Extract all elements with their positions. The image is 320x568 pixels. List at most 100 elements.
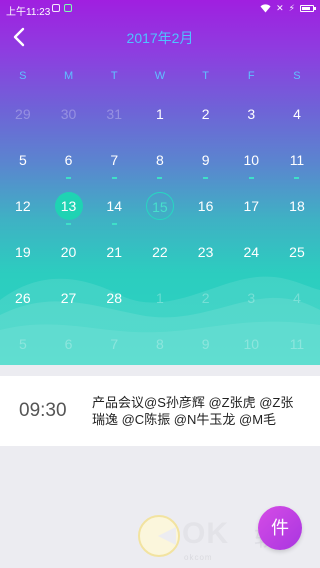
calendar-day[interactable]: 5 — [0, 326, 46, 365]
day-number: 2 — [201, 106, 210, 122]
calendar-day[interactable]: 9 — [183, 326, 229, 365]
day-number: 27 — [60, 290, 77, 306]
calendar-day[interactable]: 28 — [91, 280, 137, 326]
calendar-day[interactable]: 21 — [91, 234, 137, 280]
calendar-day[interactable]: 9 — [183, 142, 229, 188]
wifi-icon — [260, 4, 271, 13]
event-indicator — [157, 177, 163, 179]
event-card[interactable]: 09:30 产品会议@S孙彦辉 @Z张虎 @Z张瑞逸 @C陈振 @N牛玉龙 @M… — [0, 376, 320, 446]
calendar-week-row: 29 30 31 1 2 3 4 — [0, 96, 320, 142]
calendar-day[interactable]: 4 — [274, 280, 320, 326]
calendar-day[interactable]: 8 — [137, 142, 183, 188]
calendar-day[interactable]: 11 — [274, 326, 320, 365]
calendar-week-row: 5 6 7 8 9 10 11 — [0, 326, 320, 365]
day-number: 4 — [293, 290, 301, 306]
calendar-day[interactable]: 1 — [137, 96, 183, 142]
calendar-day[interactable]: 1 — [137, 280, 183, 326]
day-number: 15 — [145, 192, 174, 220]
watermark-text: OK — [182, 517, 229, 550]
signal-x-icon: ✕ — [276, 3, 284, 13]
calendar-day-today[interactable]: 15 — [137, 188, 183, 234]
calendar-day[interactable]: 27 — [46, 280, 92, 326]
event-indicator — [294, 177, 300, 179]
watermark-url: okcom — [184, 553, 213, 562]
calendar-day[interactable]: 20 — [46, 234, 92, 280]
calendar-day-selected[interactable]: 13 — [46, 188, 92, 234]
calendar-week-row: 5 6 7 8 9 10 11 — [0, 142, 320, 188]
calendar-day[interactable]: 10 — [228, 142, 274, 188]
day-number: 21 — [106, 244, 122, 260]
day-number: 13 — [54, 192, 83, 220]
calendar-day[interactable]: 31 — [91, 96, 137, 142]
calendar-day[interactable]: 14 — [91, 188, 137, 234]
calendar-week-row: 12 13 14 15 16 17 18 — [0, 188, 320, 234]
calendar-day[interactable]: 3 — [228, 280, 274, 326]
calendar-week-row: 19 20 21 22 23 24 25 — [0, 234, 320, 280]
calendar-day[interactable]: 3 — [228, 96, 274, 142]
calendar-day[interactable]: 2 — [183, 96, 229, 142]
weekday-header: SMTWTFS — [0, 70, 320, 82]
calendar-day[interactable]: 7 — [91, 326, 137, 365]
day-number: 28 — [106, 290, 122, 306]
add-event-button[interactable]: 件 — [258, 506, 302, 550]
calendar-day[interactable]: 10 — [228, 326, 274, 365]
calendar-day[interactable]: 29 — [0, 96, 46, 142]
event-title: 产品会议@S孙彦辉 @Z张虎 @Z张瑞逸 @C陈振 @N牛玉龙 @M毛 — [92, 395, 294, 427]
day-number: 30 — [60, 106, 77, 122]
event-indicator — [66, 177, 72, 179]
day-number: 24 — [243, 244, 260, 260]
calendar-day[interactable]: 16 — [183, 188, 229, 234]
calendar-day[interactable]: 2 — [183, 280, 229, 326]
day-number: 8 — [156, 152, 164, 168]
calendar-day[interactable]: 17 — [228, 188, 274, 234]
calendar-day[interactable]: 30 — [46, 96, 92, 142]
day-number: 8 — [156, 336, 164, 352]
day-number: 23 — [197, 244, 214, 260]
calendar-day[interactable]: 12 — [0, 188, 46, 234]
weekday-label: S — [293, 70, 301, 82]
event-indicator — [111, 223, 117, 225]
weekday-label: T — [202, 70, 209, 82]
app-screen: 上午11:23 ✕ ⚡ 2017年2月 SMTWTFS 29 30 31 1 2… — [0, 0, 320, 568]
day-number: 10 — [243, 152, 260, 168]
calendar-week-row: 26 27 28 1 2 3 4 — [0, 280, 320, 326]
calendar-day[interactable]: 11 — [274, 142, 320, 188]
event-indicator — [203, 177, 209, 179]
status-bar: 上午11:23 ✕ ⚡ — [0, 0, 320, 18]
calendar-day[interactable]: 25 — [274, 234, 320, 280]
status-time: 上午11:23 — [6, 7, 51, 18]
calendar-day[interactable]: 23 — [183, 234, 229, 280]
calendar-panel: 上午11:23 ✕ ⚡ 2017年2月 SMTWTFS 29 30 31 1 2… — [0, 0, 320, 365]
battery-icon — [300, 5, 316, 12]
calendar-day[interactable]: 6 — [46, 142, 92, 188]
day-number: 11 — [289, 152, 305, 168]
calendar-day[interactable]: 24 — [228, 234, 274, 280]
calendar-day[interactable]: 5 — [0, 142, 46, 188]
event-indicator — [111, 177, 117, 179]
calendar-grid: 29 30 31 1 2 3 4 5 6 7 8 9 10 11 12 13 14 15 16 17 18 19 20 21 2… — [0, 96, 320, 365]
day-number: 4 — [293, 106, 301, 122]
calendar-day[interactable]: 19 — [0, 234, 46, 280]
calendar-day[interactable]: 8 — [137, 326, 183, 365]
add-event-icon: 件 — [271, 518, 289, 538]
calendar-day[interactable]: 26 — [0, 280, 46, 326]
day-number: 17 — [243, 198, 260, 214]
event-indicator — [248, 177, 254, 179]
calendar-day[interactable]: 4 — [274, 96, 320, 142]
day-number: 26 — [15, 290, 31, 306]
calendar-day[interactable]: 22 — [137, 234, 183, 280]
event-time: 09:30 — [19, 400, 67, 421]
day-number: 18 — [289, 198, 305, 214]
day-number: 10 — [243, 336, 260, 352]
day-number: 5 — [18, 336, 27, 352]
day-number: 16 — [197, 198, 214, 214]
day-number: 6 — [64, 152, 73, 168]
day-number: 5 — [18, 152, 27, 168]
day-number: 19 — [15, 244, 31, 260]
day-number: 14 — [106, 198, 122, 214]
day-number: 31 — [106, 106, 122, 122]
calendar-day[interactable]: 18 — [274, 188, 320, 234]
calendar-day[interactable]: 7 — [91, 142, 137, 188]
calendar-day[interactable]: 6 — [46, 326, 92, 365]
day-number: 7 — [110, 336, 119, 352]
